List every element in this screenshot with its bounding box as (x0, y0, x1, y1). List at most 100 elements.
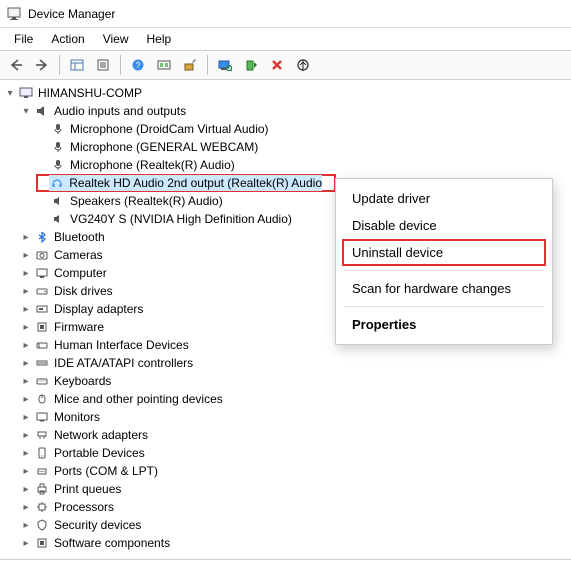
expand-icon[interactable]: ▸ (20, 519, 32, 531)
tree-device[interactable]: Microphone (GENERAL WEBCAM) (4, 138, 571, 156)
menu-separator (344, 306, 544, 307)
expand-icon[interactable]: ▸ (20, 321, 32, 333)
tree-node-label: Realtek HD Audio 2nd output (Realtek(R) … (69, 176, 322, 190)
forward-button[interactable] (30, 53, 54, 77)
expand-icon[interactable]: ▸ (20, 447, 32, 459)
expand-icon[interactable]: ▸ (20, 231, 32, 243)
expand-icon[interactable]: ▸ (20, 411, 32, 423)
tree-category-mice[interactable]: ▸Mice and other pointing devices (4, 390, 571, 408)
printer-icon (34, 481, 50, 497)
tree-category-monitors[interactable]: ▸Monitors (4, 408, 571, 426)
menu-view[interactable]: View (95, 30, 137, 48)
tree-node-label: Software components (54, 536, 170, 550)
expand-icon[interactable]: ▾ (20, 105, 32, 117)
titlebar: Device Manager (0, 0, 571, 28)
tree-category-network[interactable]: ▸Network adapters (4, 426, 571, 444)
keyboard-icon (34, 373, 50, 389)
context-properties[interactable]: Properties (336, 311, 552, 338)
ports-icon (34, 463, 50, 479)
tree-node-label: Disk drives (54, 284, 113, 298)
expand-icon[interactable]: ▸ (20, 375, 32, 387)
context-scan-hardware[interactable]: Scan for hardware changes (336, 275, 552, 302)
processor-icon (34, 499, 50, 515)
enable-device-button[interactable] (239, 53, 263, 77)
tree-category-processors[interactable]: ▸ Processors (4, 498, 571, 516)
tree-node-label: Keyboards (54, 374, 111, 388)
tree-category-audio[interactable]: ▾ Audio inputs and outputs (4, 102, 571, 120)
context-update-driver[interactable]: Update driver (336, 185, 552, 212)
tree-node-label: Print queues (54, 482, 121, 496)
menu-help[interactable]: Help (139, 30, 180, 48)
tree-node-label: Security devices (54, 518, 141, 532)
expand-icon[interactable]: ▸ (20, 393, 32, 405)
tree-category-print-queues[interactable]: ▸ Print queues (4, 480, 571, 498)
tree-category-keyboards[interactable]: ▸ Keyboards (4, 372, 571, 390)
expand-icon[interactable]: ▸ (20, 249, 32, 261)
tree-node-label: Ports (COM & LPT) (54, 464, 158, 478)
microphone-icon (50, 121, 66, 137)
device-manager-icon (6, 6, 22, 22)
expand-icon[interactable]: ▸ (20, 303, 32, 315)
speaker-icon (34, 103, 50, 119)
tree-node-label: Human Interface Devices (54, 338, 189, 352)
expand-icon[interactable]: ▾ (4, 87, 16, 99)
disk-icon (34, 283, 50, 299)
tree-node-label: Audio inputs and outputs (54, 104, 186, 118)
speaker-icon (50, 193, 66, 209)
context-uninstall-device[interactable]: Uninstall device (342, 239, 546, 266)
context-menu: Update driver Disable device Uninstall d… (335, 178, 553, 345)
toolbar-separator (207, 55, 208, 75)
toolbar-separator (120, 55, 121, 75)
computer-icon (18, 85, 34, 101)
expand-icon[interactable]: ▸ (20, 501, 32, 513)
mouse-icon (34, 391, 50, 407)
speaker-icon (50, 211, 66, 227)
expand-icon[interactable]: ▸ (20, 267, 32, 279)
menu-separator (344, 270, 544, 271)
show-hide-tree-button[interactable] (65, 53, 89, 77)
tree-node-label: Computer (54, 266, 107, 280)
expand-icon[interactable]: ▸ (20, 465, 32, 477)
tree-category-portable[interactable]: ▸ Portable Devices (4, 444, 571, 462)
menubar: File Action View Help (0, 28, 571, 50)
expand-icon[interactable]: ▸ (20, 429, 32, 441)
toolbar-separator (59, 55, 60, 75)
expand-icon[interactable]: ▸ (20, 483, 32, 495)
menu-action[interactable]: Action (43, 30, 92, 48)
context-disable-device[interactable]: Disable device (336, 212, 552, 239)
disable-device-button[interactable] (291, 53, 315, 77)
svg-text:?: ? (136, 61, 141, 70)
microphone-icon (50, 157, 66, 173)
tree-category-software[interactable]: ▸ Software components (4, 534, 571, 552)
tree-root[interactable]: ▾ HIMANSHU-COMP (4, 84, 571, 102)
security-icon (34, 517, 50, 533)
tree-node-label: Microphone (DroidCam Virtual Audio) (70, 122, 269, 136)
uninstall-device-button[interactable] (265, 53, 289, 77)
bottom-separator (0, 559, 571, 560)
computer-icon (34, 265, 50, 281)
tree-node-label: Portable Devices (54, 446, 145, 460)
action-view-button[interactable] (152, 53, 176, 77)
tree-node-label: Processors (54, 500, 114, 514)
expand-icon[interactable]: ▸ (20, 285, 32, 297)
tree-category-security[interactable]: ▸ Security devices (4, 516, 571, 534)
scan-hardware-button[interactable] (213, 53, 237, 77)
tree-category-ide[interactable]: ▸IDE ATA/ATAPI controllers (4, 354, 571, 372)
tree-category-ports[interactable]: ▸ Ports (COM & LPT) (4, 462, 571, 480)
update-driver-button[interactable] (178, 53, 202, 77)
tree-node-label: Speakers (Realtek(R) Audio) (70, 194, 223, 208)
tree-device[interactable]: Microphone (DroidCam Virtual Audio) (4, 120, 571, 138)
back-button[interactable] (4, 53, 28, 77)
window-title: Device Manager (28, 7, 115, 21)
properties-button[interactable] (91, 53, 115, 77)
menu-file[interactable]: File (6, 30, 41, 48)
expand-icon[interactable]: ▸ (20, 357, 32, 369)
tree-device-selected[interactable]: Realtek HD Audio 2nd output (Realtek(R) … (36, 174, 336, 192)
tree-node-label: Cameras (54, 248, 103, 262)
tree-device[interactable]: Microphone (Realtek(R) Audio) (4, 156, 571, 174)
expand-icon[interactable]: ▸ (20, 537, 32, 549)
expand-icon[interactable]: ▸ (20, 339, 32, 351)
tree-node-label: Firmware (54, 320, 104, 334)
toolbar: ? (0, 50, 571, 80)
help-button[interactable]: ? (126, 53, 150, 77)
